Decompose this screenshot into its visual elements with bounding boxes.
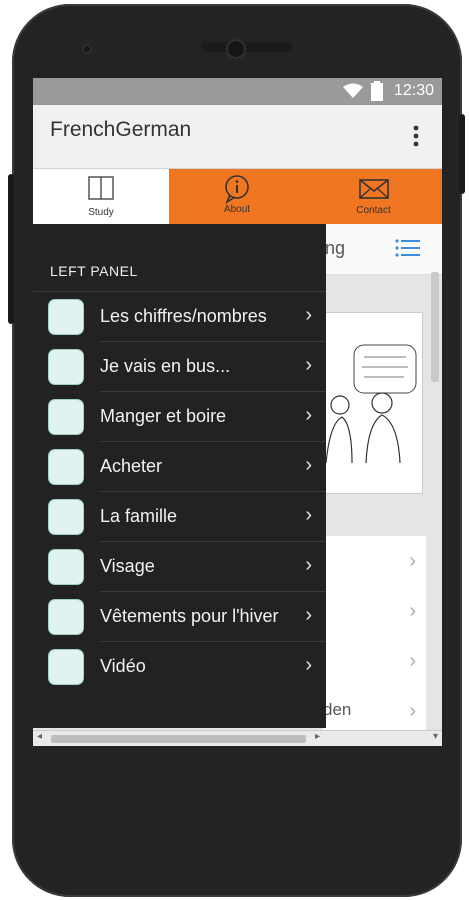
scroll-left-arrow[interactable]: ◂ <box>37 731 42 742</box>
lesson-book-icon <box>49 550 83 584</box>
panel-item-label: Visage <box>100 556 155 576</box>
scroll-right-arrow[interactable]: ▸ <box>315 731 320 742</box>
chevron-right-icon: › <box>409 600 416 622</box>
power-button <box>8 174 14 324</box>
book-icon <box>88 176 114 200</box>
clock: 12:30 <box>393 82 434 99</box>
tab-bar: Study About Contact <box>33 169 442 224</box>
chevron-right-icon: › <box>305 604 312 626</box>
panel-item-visage[interactable]: Visage › <box>33 542 326 592</box>
lesson-book-icon <box>49 500 83 534</box>
lesson-book-icon <box>49 400 83 434</box>
panel-item-famille[interactable]: La famille › <box>33 492 326 542</box>
volume-button <box>459 114 465 194</box>
lesson-book-icon <box>49 600 83 634</box>
panel-item-label: Vidéo <box>100 656 146 676</box>
lesson-book-icon <box>49 350 83 384</box>
panel-item-bus[interactable]: Je vais en bus... › <box>33 342 326 392</box>
lesson-book-icon <box>49 300 83 334</box>
list-menu-icon[interactable] <box>395 238 421 258</box>
panel-item-acheter[interactable]: Acheter › <box>33 442 326 492</box>
panel-item-label: Je vais en bus... <box>100 356 231 376</box>
chevron-right-icon: › <box>305 304 312 326</box>
wifi-icon <box>343 83 363 98</box>
front-camera <box>226 39 246 59</box>
tab-about[interactable]: About <box>169 169 305 224</box>
content-header-text: ng <box>325 238 346 258</box>
horizontal-scrollbar[interactable]: ◂ ▸ ▾ <box>33 730 442 746</box>
scroll-down-arrow[interactable]: ▾ <box>433 731 438 742</box>
panel-item-video[interactable]: Vidéo › <box>33 642 326 692</box>
chevron-right-icon: › <box>305 454 312 476</box>
chevron-right-icon: › <box>409 700 416 722</box>
app-title: FrenchGerman <box>50 118 192 141</box>
list-item-text: den <box>323 700 352 719</box>
chevron-right-icon: › <box>305 654 312 676</box>
list-item[interactable]: › <box>323 636 426 687</box>
tab-about-label: About <box>223 204 251 215</box>
lesson-book-icon <box>49 650 83 684</box>
tab-study-label: Study <box>88 207 114 218</box>
speech-info-icon <box>225 175 249 204</box>
panel-item-vetements[interactable]: Vêtements pour l'hiver › <box>33 592 326 642</box>
tab-contact-label: Contact <box>356 205 391 216</box>
chevron-right-icon: › <box>305 354 312 376</box>
panel-item-label: La famille <box>100 506 178 526</box>
envelope-icon <box>358 179 389 199</box>
panel-item-label: Vêtements pour l'hiver <box>100 606 279 626</box>
list-item[interactable]: › <box>323 586 426 637</box>
chevron-right-icon: › <box>305 554 312 576</box>
left-panel: LEFT PANEL Les chiffres/nombres › Je vai… <box>33 224 326 728</box>
chevron-right-icon: › <box>409 550 416 572</box>
tab-study[interactable]: Study <box>33 169 169 224</box>
list-item[interactable]: › <box>323 536 426 587</box>
app-bar: FrenchGerman <box>33 105 442 168</box>
status-bar: 12:30 <box>33 78 442 105</box>
family-illustration <box>325 344 417 464</box>
panel-item-manger[interactable]: Manger et boire › <box>33 392 326 442</box>
sensor <box>82 44 92 54</box>
vertical-scrollbar[interactable] <box>431 272 439 382</box>
chevron-right-icon: › <box>409 650 416 672</box>
panel-item-label: Les chiffres/nombres <box>100 306 267 326</box>
chevron-right-icon: › <box>305 504 312 526</box>
scroll-thumb[interactable] <box>51 735 306 743</box>
panel-item-chiffres[interactable]: Les chiffres/nombres › <box>33 292 326 342</box>
screen: 12:30 FrenchGerman Study About Contact n… <box>33 78 442 746</box>
tab-contact[interactable]: Contact <box>305 169 442 224</box>
speaker-grille <box>202 42 292 52</box>
chevron-right-icon: › <box>305 404 312 426</box>
left-panel-title: LEFT PANEL <box>50 263 138 279</box>
battery-icon <box>371 81 383 101</box>
panel-item-label: Acheter <box>100 456 163 476</box>
panel-item-label: Manger et boire <box>100 406 227 426</box>
illustration-card[interactable] <box>323 312 423 494</box>
lesson-book-icon <box>49 450 83 484</box>
overflow-menu-icon[interactable] <box>404 123 428 149</box>
